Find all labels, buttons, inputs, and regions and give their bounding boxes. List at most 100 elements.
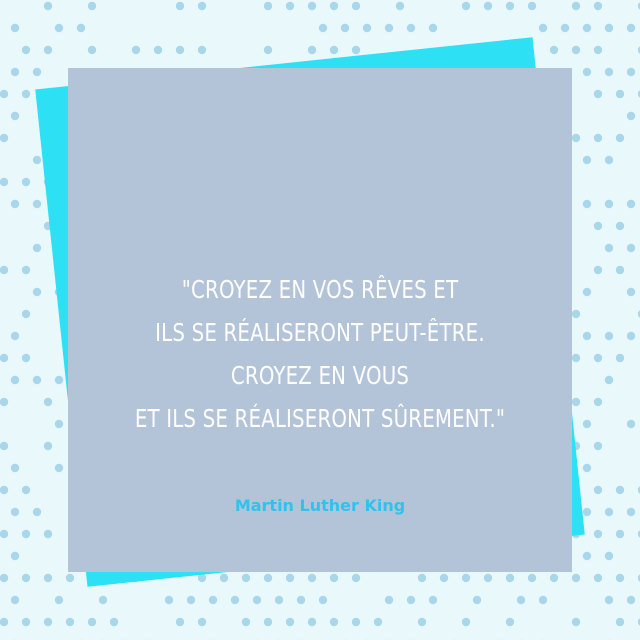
decorative-dot	[0, 177, 9, 187]
decorative-dot	[0, 485, 9, 495]
decorative-dot	[197, 573, 207, 583]
decorative-dot	[285, 1, 295, 11]
decorative-dot	[21, 89, 31, 99]
decorative-dot	[296, 595, 306, 605]
decorative-dot	[32, 507, 42, 517]
decorative-dot	[318, 595, 328, 605]
decorative-dot	[197, 1, 207, 11]
decorative-dot	[43, 529, 53, 539]
decorative-dot	[571, 573, 581, 583]
decorative-dot	[582, 287, 592, 297]
decorative-dot	[43, 45, 53, 55]
decorative-dot	[241, 573, 251, 583]
decorative-dot	[87, 1, 97, 11]
decorative-dot	[21, 485, 31, 495]
decorative-dot	[0, 353, 9, 363]
decorative-dot	[21, 573, 31, 583]
decorative-dot	[593, 353, 603, 363]
decorative-dot	[604, 331, 614, 341]
decorative-dot	[0, 265, 9, 275]
decorative-dot	[560, 23, 570, 33]
decorative-dot	[604, 67, 614, 77]
decorative-dot	[21, 45, 31, 55]
decorative-dot	[604, 23, 614, 33]
decorative-dot	[582, 23, 592, 33]
decorative-dot	[175, 1, 185, 11]
decorative-dot	[43, 397, 53, 407]
decorative-dot	[252, 595, 262, 605]
decorative-dot	[593, 485, 603, 495]
decorative-dot	[461, 617, 471, 627]
decorative-dot	[604, 551, 614, 561]
decorative-dot	[615, 617, 625, 627]
decorative-dot	[54, 23, 64, 33]
decorative-dot	[0, 573, 9, 583]
decorative-dot	[263, 1, 273, 11]
decorative-dot	[428, 595, 438, 605]
decorative-dot	[615, 353, 625, 363]
decorative-dot	[604, 375, 614, 385]
decorative-dot	[626, 111, 636, 121]
decorative-dot	[307, 617, 317, 627]
decorative-dot	[0, 441, 9, 451]
decorative-dot	[549, 45, 559, 55]
decorative-dot	[593, 133, 603, 143]
decorative-dot	[340, 23, 350, 33]
decorative-dot	[604, 199, 614, 209]
decorative-dot	[604, 595, 614, 605]
decorative-dot	[98, 595, 108, 605]
decorative-dot	[351, 617, 361, 627]
decorative-dot	[153, 45, 163, 55]
decorative-dot	[21, 617, 31, 627]
decorative-dot	[549, 573, 559, 583]
decorative-dot	[626, 595, 636, 605]
decorative-dot	[604, 155, 614, 165]
decorative-dot	[626, 67, 636, 77]
decorative-dot	[516, 595, 526, 605]
decorative-dot	[285, 617, 295, 627]
decorative-dot	[571, 133, 581, 143]
decorative-dot	[54, 595, 64, 605]
decorative-dot	[472, 595, 482, 605]
decorative-dot	[571, 45, 581, 55]
decorative-dot	[505, 617, 515, 627]
decorative-dot	[43, 617, 53, 627]
decorative-dot	[461, 1, 471, 11]
decorative-dot	[263, 573, 273, 583]
decorative-dot	[32, 243, 42, 253]
decorative-dot	[32, 287, 42, 297]
decorative-dot	[615, 133, 625, 143]
decorative-dot	[593, 573, 603, 583]
decorative-dot	[571, 1, 581, 11]
decorative-dot	[395, 1, 405, 11]
decorative-dot	[197, 45, 207, 55]
decorative-dot	[538, 23, 548, 33]
decorative-dot	[10, 463, 20, 473]
decorative-dot	[329, 1, 339, 11]
decorative-dot	[329, 573, 339, 583]
decorative-dot	[76, 23, 86, 33]
decorative-dot	[593, 529, 603, 539]
decorative-dot	[43, 441, 53, 451]
decorative-dot	[615, 221, 625, 231]
decorative-dot	[263, 45, 273, 55]
decorative-dot	[21, 309, 31, 319]
decorative-dot	[505, 573, 515, 583]
decorative-dot	[351, 45, 361, 55]
decorative-dot	[10, 551, 20, 561]
decorative-dot	[0, 397, 9, 407]
decorative-dot	[626, 243, 636, 253]
decorative-dot	[197, 617, 207, 627]
decorative-dot	[626, 507, 636, 517]
quote-card: "CROYEZ EN VOS RÊVES ET ILS SE RÉALISERO…	[68, 68, 572, 572]
quote-line-3: CROYEZ EN VOUS	[230, 361, 410, 390]
decorative-dot	[571, 617, 581, 627]
decorative-dot	[406, 23, 416, 33]
decorative-dot	[32, 155, 42, 165]
decorative-dot	[483, 1, 493, 11]
decorative-dot	[582, 419, 592, 429]
decorative-dot	[329, 45, 339, 55]
decorative-dot	[131, 45, 141, 55]
decorative-dot	[54, 375, 64, 385]
decorative-dot	[65, 573, 75, 583]
